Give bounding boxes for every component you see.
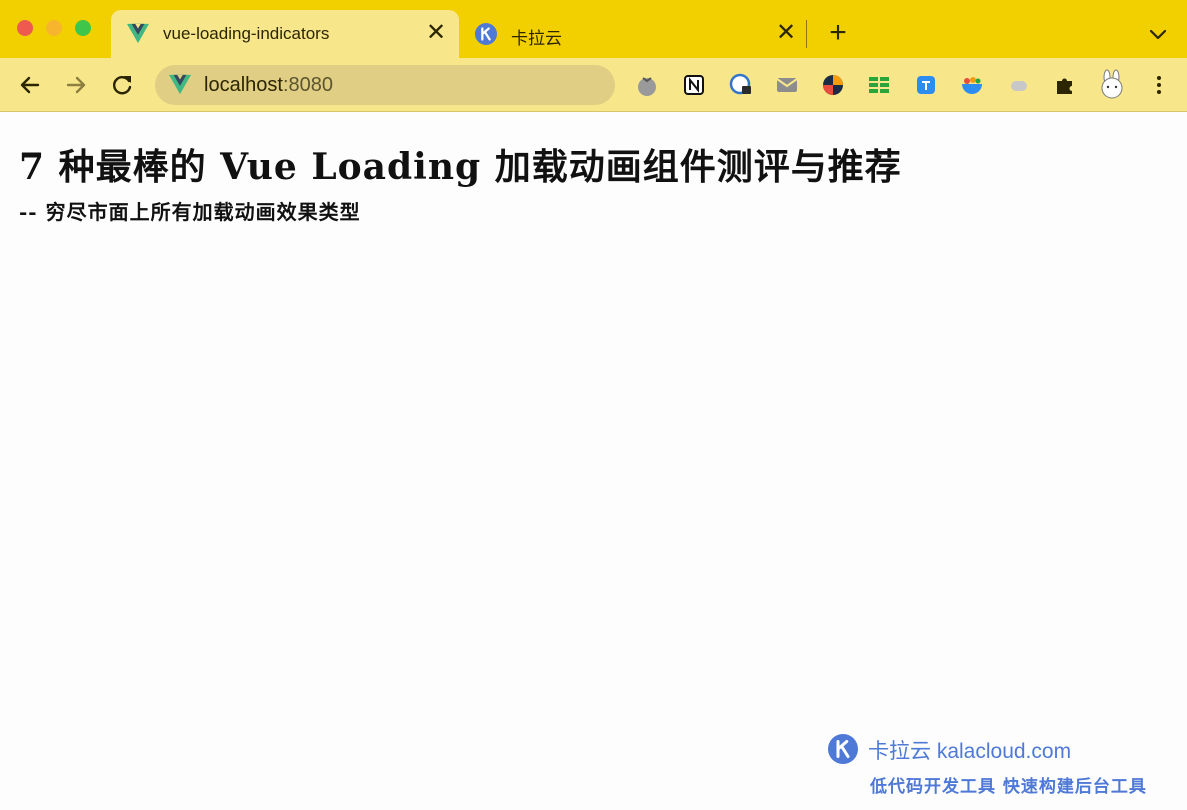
page-title: 7 种最棒的 Vue Loading 加载动画组件测评与推荐	[19, 146, 902, 188]
notion-icon[interactable]	[682, 73, 706, 97]
cloud-icon[interactable]	[1007, 73, 1031, 97]
tab-separator	[806, 20, 807, 48]
address-url: localhost:8080	[204, 74, 333, 97]
more-menu-icon[interactable]	[1147, 73, 1171, 97]
maximize-window-button[interactable]	[75, 20, 91, 36]
close-tab-icon[interactable]: ✕	[423, 20, 449, 46]
tab-strip: vue-loading-indicators ✕ 卡拉云 ✕ +	[0, 0, 1187, 58]
page-content: 7 种最棒的 Vue Loading 加载动画组件测评与推荐 -- 穷尽市面上所…	[0, 112, 1187, 810]
tab-kalacloud[interactable]: 卡拉云 ✕	[466, 10, 801, 58]
watermark-tagline: 低代码开发工具 快速构建后台工具	[870, 777, 1147, 797]
tab-title: 卡拉云	[511, 29, 562, 48]
translate-icon[interactable]	[914, 73, 938, 97]
watermark-brand: 卡拉云 kalacloud.com	[868, 740, 1072, 763]
password-lock-icon[interactable]	[729, 73, 753, 97]
chevron-down-icon[interactable]	[1146, 22, 1170, 46]
close-tab-icon[interactable]: ✕	[773, 20, 799, 46]
puzzle-icon[interactable]	[1053, 73, 1077, 97]
bowl-icon[interactable]	[960, 73, 984, 97]
new-tab-button[interactable]: +	[824, 18, 852, 48]
tomato-icon[interactable]	[635, 73, 659, 97]
minimize-window-button[interactable]	[46, 20, 62, 36]
colorful-circle-icon[interactable]	[821, 73, 845, 97]
url-host: localhost	[204, 74, 283, 96]
forward-arrow-icon[interactable]	[62, 71, 90, 99]
reload-icon[interactable]	[108, 71, 136, 99]
browser-toolbar: localhost:8080	[0, 58, 1187, 112]
tab-title: vue-loading-indicators	[163, 24, 330, 43]
url-port: :8080	[282, 74, 333, 96]
rabbit-icon[interactable]	[1097, 69, 1127, 99]
vue-logo-icon	[127, 23, 149, 44]
mail-icon[interactable]	[775, 73, 799, 97]
back-arrow-icon[interactable]	[16, 71, 44, 99]
page-subtitle: -- 穷尽市面上所有加载动画效果类型	[19, 200, 361, 224]
kalacloud-logo-icon	[828, 734, 858, 764]
vue-logo-icon	[169, 74, 191, 95]
tab-vue-loading-indicators[interactable]: vue-loading-indicators ✕	[111, 10, 459, 58]
table-grid-icon[interactable]	[867, 73, 891, 97]
kalacloud-logo-icon	[475, 23, 497, 45]
address-bar[interactable]: localhost:8080	[155, 65, 615, 105]
close-window-button[interactable]	[17, 20, 33, 36]
